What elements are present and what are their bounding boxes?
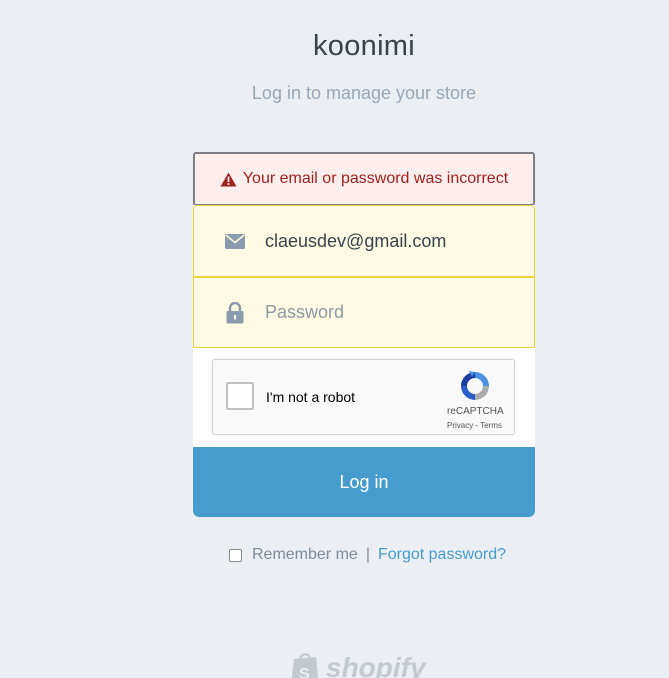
envelope-icon — [223, 233, 247, 249]
lock-icon — [223, 301, 247, 324]
login-subtitle: Log in to manage your store — [251, 83, 477, 103]
email-input[interactable] — [265, 230, 515, 252]
recaptcha-links[interactable]: Privacy - Terms — [447, 421, 502, 430]
remember-me-checkbox[interactable] — [229, 548, 242, 562]
warning-icon — [220, 172, 237, 186]
password-field-row — [193, 277, 535, 348]
remember-row: Remember me | Forgot password? — [229, 545, 506, 565]
remember-me-label[interactable]: Remember me — [252, 546, 358, 564]
login-page: koonimi Log in to manage your store Your… — [0, 0, 669, 678]
store-name: koonimi — [312, 30, 416, 62]
shopify-logo: S shopify — [290, 648, 426, 678]
login-form: I'm not a robot reCAPTCHA Privacy - Term… — [193, 205, 535, 517]
error-message-box: Your email or password was incorrect — [193, 152, 535, 206]
recaptcha-brand: reCAPTCHA — [447, 406, 504, 417]
forgot-password-link[interactable]: Forgot password? — [378, 546, 506, 564]
recaptcha-label: I'm not a robot — [266, 389, 356, 405]
recaptcha-checkbox[interactable] — [226, 382, 254, 410]
recaptcha-widget: I'm not a robot reCAPTCHA Privacy - Term… — [212, 359, 515, 435]
svg-text:S: S — [299, 666, 310, 678]
login-button[interactable]: Log in — [193, 447, 535, 517]
separator: | — [365, 546, 370, 563]
shopify-logo-text: shopify — [326, 652, 426, 678]
password-input[interactable] — [265, 302, 515, 323]
recaptcha-logo-icon — [461, 371, 489, 400]
shopify-bag-icon: S — [291, 653, 319, 678]
error-message-text: Your email or password was incorrect — [242, 170, 509, 187]
email-field-row — [193, 205, 535, 277]
